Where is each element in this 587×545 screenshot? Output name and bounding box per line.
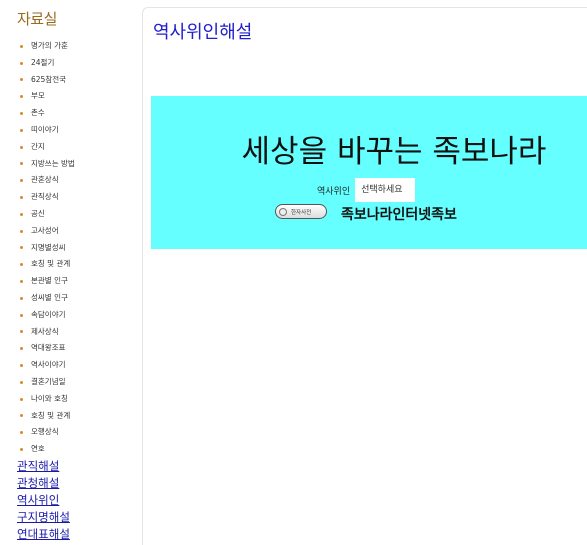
bullet-icon xyxy=(20,162,23,166)
bullet-icon xyxy=(20,364,23,368)
page: 자료실 명가의 가훈 24절기 625참전국 부모 촌수 띠이야기 간지 지방쓰… xyxy=(0,0,587,545)
sidebar-item[interactable]: 호칭 및 관계 xyxy=(20,408,75,425)
banner-headline: 세상을 바꾸는 족보나라 xyxy=(241,134,547,170)
sidebar-item[interactable]: 역대왕조표 xyxy=(20,340,75,357)
bullet-icon xyxy=(20,61,23,65)
sidebar-item[interactable]: 성씨별 인구 xyxy=(20,290,75,307)
bullet-icon xyxy=(20,280,23,284)
sidebar-item[interactable]: 연호 xyxy=(20,441,75,458)
sidebar-item-label: 나이와 호칭 xyxy=(31,393,68,403)
bullet-icon xyxy=(20,414,23,418)
sidebar-item-label: 성씨별 인구 xyxy=(31,292,68,302)
bullet-icon xyxy=(20,263,23,267)
bullet-icon xyxy=(20,112,23,116)
sidebar-item-label: 간지 xyxy=(31,141,45,151)
sidebar-item-label: 띠이야기 xyxy=(31,124,59,134)
sidebar-item[interactable]: 제사상식 xyxy=(20,324,75,341)
sidebar-link[interactable]: 연대표해설 xyxy=(17,526,70,543)
sidebar-link[interactable]: 구지명해설 xyxy=(17,509,70,526)
page-title: 역사위인해설 xyxy=(153,22,253,43)
bullet-icon xyxy=(20,78,23,82)
person-select[interactable]: 선택하세요 xyxy=(355,178,416,202)
sidebar-item[interactable]: 역사이야기 xyxy=(20,357,75,374)
main-panel: 역사위인해설 xyxy=(142,7,587,545)
sidebar-item[interactable]: 속담이야기 xyxy=(20,307,75,324)
sidebar-item-label: 속담이야기 xyxy=(31,309,66,319)
sidebar-item-label: 결혼기념일 xyxy=(31,376,66,386)
sidebar-item-label: 지명별성씨 xyxy=(31,242,66,252)
sidebar-link[interactable]: 관청해설 xyxy=(17,475,70,492)
sidebar-item[interactable]: 부모 xyxy=(20,88,75,105)
sidebar-item[interactable]: 본관별 인구 xyxy=(20,273,75,290)
bullet-icon xyxy=(20,95,23,99)
sidebar-item-label: 625참전국 xyxy=(31,74,67,84)
sidebar-item-label: 제사상식 xyxy=(31,326,59,336)
sidebar-item[interactable]: 촌수 xyxy=(20,105,75,122)
bullet-icon xyxy=(20,431,23,435)
sidebar-item[interactable]: 나이와 호칭 xyxy=(20,391,75,408)
person-select-row: 역사위인 선택하세요 xyxy=(317,178,416,202)
bullet-icon xyxy=(20,229,23,233)
bullet-icon xyxy=(20,330,23,334)
sidebar-item[interactable]: 625참전국 xyxy=(20,72,75,89)
radio-icon xyxy=(279,207,287,216)
person-select-label: 역사위인 xyxy=(317,186,351,197)
sidebar-item-label: 공신 xyxy=(31,208,45,218)
sidebar-links: 관직해설 관청해설 역사위인 구지명해설 연대표해설 xyxy=(17,458,70,542)
hanja-dictionary-button[interactable]: 한자사전 xyxy=(275,204,327,219)
sidebar-item-label: 명가의 가훈 xyxy=(31,41,68,50)
bullet-icon xyxy=(20,296,23,300)
bullet-icon xyxy=(20,313,23,317)
sidebar-item-label: 오행상식 xyxy=(31,427,59,437)
bullet-icon xyxy=(20,246,23,250)
sidebar-item[interactable]: 공신 xyxy=(20,206,75,223)
bullet-icon xyxy=(20,448,23,452)
hanja-dictionary-label: 한자사전 xyxy=(291,209,312,216)
sidebar-item-label: 관혼상식 xyxy=(31,175,59,185)
sidebar-item[interactable]: 지방쓰는 방법 xyxy=(20,156,75,173)
bullet-icon xyxy=(20,128,23,132)
bullet-icon xyxy=(20,145,23,149)
banner: 세상을 바꾸는 족보나라 역사위인 선택하세요 한자사전 족보나라인터넷족보 xyxy=(151,96,587,249)
bullet-icon xyxy=(20,380,23,384)
sidebar-item[interactable]: 관직상식 xyxy=(20,189,75,206)
brand-name: 족보나라인터넷족보 xyxy=(341,207,457,223)
sidebar-item-label: 지방쓰는 방법 xyxy=(31,158,75,168)
sidebar-item-label: 호칭 및 관계 xyxy=(31,259,71,269)
sidebar-item[interactable]: 오행상식 xyxy=(20,424,75,441)
sidebar-item-label: 호칭 및 관계 xyxy=(31,410,71,420)
sidebar: 자료실 명가의 가훈 24절기 625참전국 부모 촌수 띠이야기 간지 지방쓰… xyxy=(0,0,140,545)
bullet-icon xyxy=(20,347,23,351)
bullet-icon xyxy=(20,212,23,216)
bullet-icon xyxy=(20,397,23,401)
sidebar-item-label: 촌수 xyxy=(31,108,45,118)
sidebar-item-label: 24절기 xyxy=(31,57,55,67)
sidebar-link[interactable]: 역사위인 xyxy=(17,492,70,509)
sidebar-list: 명가의 가훈 24절기 625참전국 부모 촌수 띠이야기 간지 지방쓰는 방법… xyxy=(20,38,75,458)
bullet-icon xyxy=(20,196,23,200)
bullet-icon xyxy=(20,44,23,48)
sidebar-item[interactable]: 간지 xyxy=(20,139,75,156)
sidebar-item[interactable]: 24절기 xyxy=(20,55,75,72)
sidebar-link[interactable]: 관직해설 xyxy=(17,458,70,475)
sidebar-title: 자료실 xyxy=(17,10,57,28)
sidebar-item[interactable]: 고사성어 xyxy=(20,223,75,240)
sidebar-item[interactable]: 지명별성씨 xyxy=(20,240,75,257)
sidebar-item-label: 역사이야기 xyxy=(31,360,66,370)
sidebar-item[interactable]: 띠이야기 xyxy=(20,122,75,139)
sidebar-item[interactable]: 관혼상식 xyxy=(20,172,75,189)
sidebar-item-label: 역대왕조표 xyxy=(31,343,66,353)
sidebar-item-label: 고사성어 xyxy=(31,225,59,235)
sidebar-item[interactable]: 명가의 가훈 xyxy=(20,38,75,55)
sidebar-item-label: 본관별 인구 xyxy=(31,276,68,286)
sidebar-item-label: 관직상식 xyxy=(31,192,59,202)
sidebar-item[interactable]: 호칭 및 관계 xyxy=(20,256,75,273)
sidebar-item-label: 부모 xyxy=(31,91,45,101)
sidebar-item[interactable]: 결혼기념일 xyxy=(20,374,75,391)
bullet-icon xyxy=(20,179,23,183)
sidebar-item-label: 연호 xyxy=(31,444,45,454)
